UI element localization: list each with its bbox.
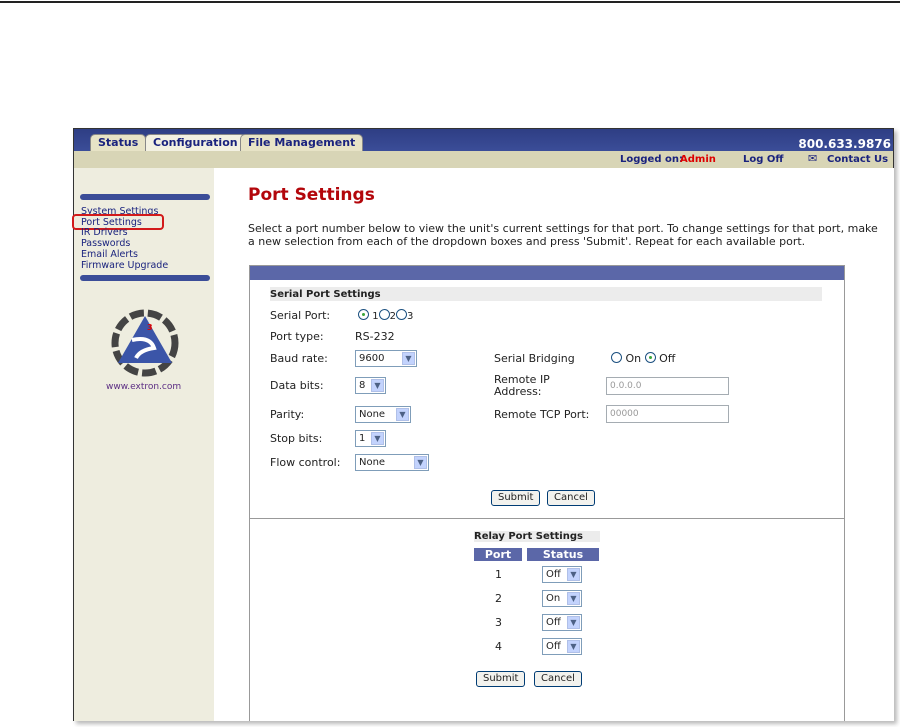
serial-bridging-label: Serial Bridging — [494, 352, 575, 365]
mail-icon: ✉ — [808, 152, 818, 165]
relay-status-value: Off — [546, 569, 561, 580]
port-type-value: RS-232 — [355, 330, 395, 343]
relay-col-status: Status — [527, 548, 599, 561]
serial-port-radio-3[interactable] — [395, 309, 407, 320]
port-3-label: 3 — [406, 311, 414, 322]
chevron-down-icon: ▼ — [567, 568, 580, 581]
intro-text: Select a port number below to view the u… — [248, 222, 878, 248]
phone-number: 800.633.9876 — [798, 137, 891, 151]
serial-port-radio-2[interactable] — [378, 309, 390, 320]
bridging-off-radio[interactable] — [644, 352, 656, 363]
parity-select[interactable]: None ▼ — [355, 406, 411, 423]
bridging-off-label: Off — [659, 352, 676, 365]
relay-submit-button[interactable]: Submit — [476, 671, 526, 687]
page-title: Port Settings — [248, 185, 375, 205]
serial-submit-button[interactable]: Submit — [491, 490, 541, 506]
port-2-label: 2 — [389, 311, 396, 322]
relay-status-select[interactable]: Off ▼ — [542, 566, 582, 583]
relay-status-value: Off — [546, 641, 561, 652]
section-divider — [250, 518, 844, 519]
remote-ip-label: Remote IP Address: — [494, 373, 550, 398]
browser-window: Status Configuration File Management 800… — [72, 128, 894, 721]
chevron-down-icon: ▼ — [414, 456, 427, 469]
relay-status-select[interactable]: On ▼ — [542, 590, 582, 607]
baud-rate-value: 9600 — [359, 353, 385, 364]
contact-us-link[interactable]: Contact Us — [827, 154, 888, 165]
flow-control-select[interactable]: None ▼ — [355, 454, 429, 471]
sidebar-item-firmware-upgrade[interactable]: Firmware Upgrade — [81, 260, 168, 271]
relay-col-port: Port — [474, 548, 522, 561]
relay-status-select[interactable]: Off ▼ — [542, 638, 582, 655]
sidebar-item-ir-drivers[interactable]: IR Drivers — [81, 227, 128, 238]
remote-tcp-input[interactable]: 00000 — [606, 405, 729, 423]
chevron-down-icon: ▼ — [371, 379, 384, 392]
parity-value: None — [359, 409, 386, 420]
chevron-down-icon: ▼ — [567, 592, 580, 605]
remote-tcp-label: Remote TCP Port: — [494, 408, 590, 421]
serial-port-radio-1[interactable] — [358, 309, 369, 320]
bridging-on-label: On — [625, 352, 642, 365]
parity-label: Parity: — [270, 408, 305, 421]
serial-cancel-button[interactable]: Cancel — [547, 490, 595, 506]
serial-bridging-radios: On Off — [611, 352, 675, 365]
baud-rate-label: Baud rate: — [270, 352, 328, 365]
flow-control-label: Flow control: — [270, 456, 341, 469]
chevron-down-icon: ▼ — [371, 432, 384, 445]
relay-port-number: 3 — [495, 616, 502, 629]
relay-status-value: Off — [546, 617, 561, 628]
tab-file-management[interactable]: File Management — [240, 134, 364, 151]
serial-port-label: Serial Port: — [270, 309, 331, 322]
port-type-label: Port type: — [270, 330, 324, 343]
relay-cancel-button[interactable]: Cancel — [534, 671, 582, 687]
service-logo-icon: 3 — [111, 309, 179, 377]
status-bar: Logged on: Admin Log Off ✉ Contact Us — [74, 151, 893, 168]
relay-port-number: 4 — [495, 640, 502, 653]
bridging-on-radio[interactable] — [611, 352, 622, 363]
chevron-down-icon: ▼ — [402, 352, 415, 365]
sidebar-divider — [80, 194, 210, 200]
sidebar-item-passwords[interactable]: Passwords — [81, 238, 130, 249]
stop-bits-value: 1 — [359, 433, 366, 444]
port-1-label: 1 — [372, 311, 379, 322]
flow-control-value: None — [359, 457, 386, 468]
remote-ip-input[interactable]: 0.0.0.0 — [606, 377, 729, 395]
chevron-down-icon: ▼ — [396, 408, 409, 421]
relay-status-select[interactable]: Off ▼ — [542, 614, 582, 631]
serial-section-heading: Serial Port Settings — [270, 287, 822, 301]
data-bits-value: 8 — [359, 380, 366, 391]
relay-status-value: On — [546, 593, 561, 604]
sidebar-item-email-alerts[interactable]: Email Alerts — [81, 249, 138, 260]
tab-status[interactable]: Status — [90, 134, 147, 151]
page-rule — [0, 1, 900, 3]
serial-port-radios: 123 — [358, 309, 413, 322]
panel-header — [250, 266, 844, 280]
tab-configuration[interactable]: Configuration — [145, 134, 246, 151]
log-off-link[interactable]: Log Off — [743, 154, 783, 165]
data-bits-label: Data bits: — [270, 379, 324, 392]
relay-section-heading: Relay Port Settings — [474, 531, 600, 542]
relay-port-number: 1 — [495, 568, 502, 581]
main-content: Port Settings Select a port number below… — [214, 168, 894, 721]
logged-user: Admin — [680, 154, 716, 165]
stop-bits-select[interactable]: 1 ▼ — [355, 430, 386, 447]
extron-url[interactable]: www.extron.com — [106, 382, 181, 392]
tab-bar: Status Configuration File Management 800… — [74, 129, 893, 151]
sidebar: System Settings Port Settings IR Drivers… — [72, 168, 214, 721]
chevron-down-icon: ▼ — [567, 640, 580, 653]
sidebar-divider — [80, 275, 210, 281]
data-bits-select[interactable]: 8 ▼ — [355, 377, 386, 394]
svg-text:3: 3 — [147, 323, 153, 332]
relay-port-number: 2 — [495, 592, 502, 605]
baud-rate-select[interactable]: 9600 ▼ — [355, 350, 417, 367]
logged-on-label: Logged on: — [620, 154, 683, 165]
stop-bits-label: Stop bits: — [270, 432, 323, 445]
settings-panel: Serial Port Settings Serial Port: 123 Po… — [249, 265, 845, 721]
chevron-down-icon: ▼ — [567, 616, 580, 629]
